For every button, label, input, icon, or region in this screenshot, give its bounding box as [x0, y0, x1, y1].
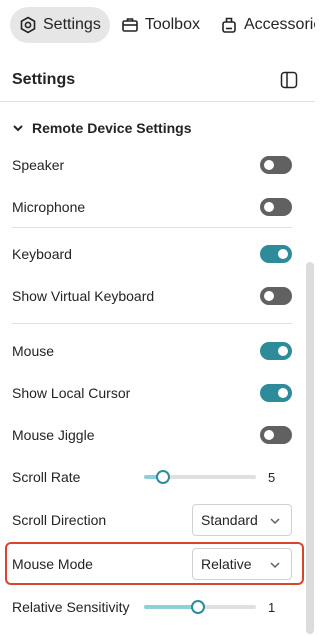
mouse-toggle[interactable]	[260, 342, 292, 360]
toggle-knob	[278, 346, 288, 356]
tab-settings[interactable]: Settings	[10, 7, 110, 43]
slider-thumb[interactable]	[156, 470, 170, 484]
divider	[12, 227, 292, 228]
section-title: Remote Device Settings	[32, 120, 192, 136]
microphone-label: Microphone	[12, 199, 86, 215]
slider-thumb[interactable]	[191, 600, 205, 614]
panel-toggle-icon[interactable]	[280, 71, 298, 89]
keyboard-label: Keyboard	[12, 246, 72, 262]
microphone-toggle[interactable]	[260, 198, 292, 216]
speaker-label: Speaker	[12, 157, 65, 173]
toggle-knob	[264, 430, 274, 440]
tab-accessories[interactable]: Accessories	[211, 7, 315, 43]
scroll-direction-label: Scroll Direction	[12, 512, 107, 528]
toggle-knob	[264, 291, 274, 301]
section-header[interactable]: Remote Device Settings	[12, 118, 192, 138]
scroll-direction-value: Standard	[201, 512, 258, 528]
toolbox-icon	[122, 18, 138, 32]
scroll-rate-value: 5	[268, 470, 276, 485]
tab-toolbox[interactable]: Toolbox	[112, 7, 209, 43]
relative-sensitivity-value: 1	[268, 600, 276, 615]
mouse-jiggle-label: Mouse Jiggle	[12, 427, 95, 443]
scrollbar[interactable]	[306, 262, 314, 634]
slider-fill	[144, 605, 198, 609]
mouse-mode-value: Relative	[201, 556, 252, 572]
gear-icon	[20, 16, 36, 34]
chevron-down-icon	[270, 518, 280, 525]
tab-label: Accessories	[243, 16, 315, 33]
tab-label: Toolbox	[144, 16, 200, 33]
mouse-label: Mouse	[12, 343, 55, 359]
mouse-mode-label: Mouse Mode	[12, 556, 93, 572]
relative-sensitivity-slider[interactable]	[144, 600, 256, 614]
show-local-cursor-toggle[interactable]	[260, 384, 292, 402]
toggle-knob	[278, 249, 288, 259]
speaker-toggle[interactable]	[260, 156, 292, 174]
mouse-jiggle-toggle[interactable]	[260, 426, 292, 444]
toggle-knob	[264, 202, 274, 212]
show-virtual-keyboard-toggle[interactable]	[260, 287, 292, 305]
toggle-knob	[264, 160, 274, 170]
scroll-direction-select[interactable]: Standard	[192, 504, 292, 536]
chevron-down-icon	[270, 562, 280, 569]
scroll-rate-slider[interactable]	[144, 470, 256, 484]
show-virtual-keyboard-label: Show Virtual Keyboard	[12, 288, 155, 304]
accessories-icon	[222, 17, 236, 33]
keyboard-toggle[interactable]	[260, 245, 292, 263]
panel-header: Settings	[0, 60, 315, 102]
tab-label: Settings	[43, 16, 101, 33]
mouse-mode-select[interactable]: Relative	[192, 548, 292, 580]
toggle-knob	[278, 388, 288, 398]
tab-bar: Settings Toolbox Accessories	[0, 0, 315, 50]
panel-title: Settings	[12, 71, 76, 88]
chevron-down-icon	[13, 125, 23, 132]
divider	[12, 323, 292, 324]
relative-sensitivity-label: Relative Sensitivity	[12, 599, 130, 615]
scroll-rate-label: Scroll Rate	[12, 469, 81, 485]
show-local-cursor-label: Show Local Cursor	[12, 385, 131, 401]
